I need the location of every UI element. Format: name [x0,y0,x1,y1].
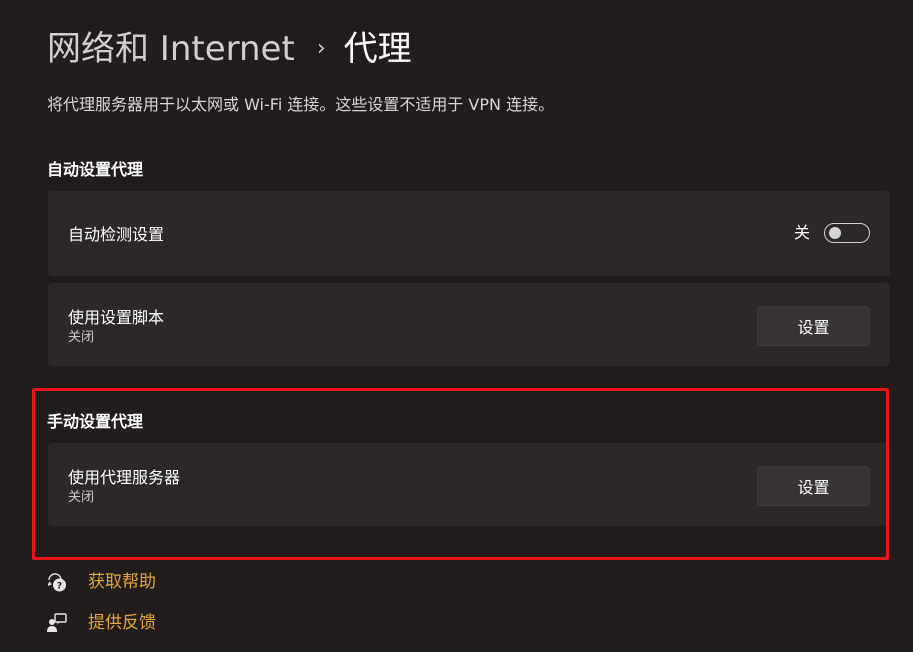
feedback-icon [47,613,67,632]
give-feedback-link[interactable]: 提供反馈 [46,609,156,637]
proxy-server-settings-button[interactable]: 设置 [757,466,870,506]
give-feedback-label: 提供反馈 [88,613,156,633]
auto-detect-toggle-group: 关 [794,222,870,244]
chevron-right-icon: › [316,36,326,61]
setup-script-settings-button[interactable]: 设置 [757,306,870,346]
proxy-server-label: 使用代理服务器 [68,468,181,487]
setup-script-label: 使用设置脚本 [68,308,165,327]
setup-script-card: 使用设置脚本 关闭 设置 [48,283,890,366]
proxy-server-status: 关闭 [68,490,95,505]
breadcrumb: 网络和 Internet › 代理 [47,24,412,74]
get-help-link[interactable]: ? 获取帮助 [46,568,156,596]
auto-detect-label: 自动检测设置 [68,225,165,244]
page-description: 将代理服务器用于以太网或 Wi-Fi 连接。这些设置不适用于 VPN 连接。 [47,95,555,114]
breadcrumb-network-internet[interactable]: 网络和 Internet [47,24,295,74]
auto-proxy-heading: 自动设置代理 [47,160,144,179]
auto-detect-toggle[interactable] [824,223,870,243]
toggle-knob [829,227,841,239]
page-title: 代理 [343,29,412,69]
toggle-state-label: 关 [793,223,810,242]
get-help-label: 获取帮助 [88,572,156,592]
proxy-settings-page: 网络和 Internet › 代理 将代理服务器用于以太网或 Wi-Fi 连接。… [0,0,913,652]
help-icon: ? [47,573,66,592]
proxy-server-card: 使用代理服务器 关闭 设置 [48,443,890,526]
svg-text:?: ? [57,582,62,592]
auto-detect-card: 自动检测设置 关 [48,191,890,276]
setup-script-status: 关闭 [68,330,95,345]
manual-proxy-heading: 手动设置代理 [47,412,144,431]
